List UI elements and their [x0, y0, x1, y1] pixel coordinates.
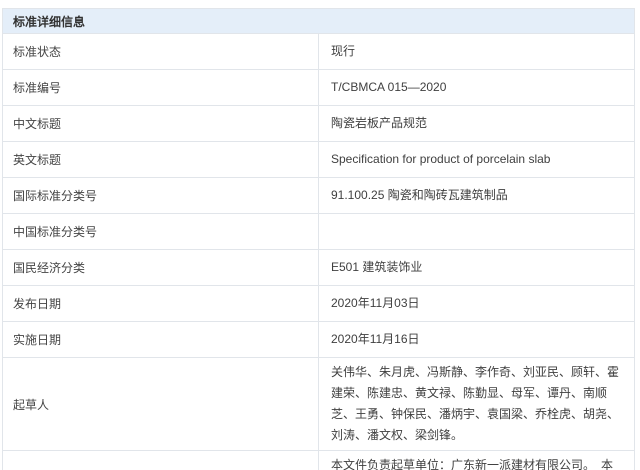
row-value: T/CBMCA 015—2020 — [319, 70, 635, 106]
row-label: 标准状态 — [3, 34, 319, 70]
row-label: 国民经济分类 — [3, 250, 319, 286]
row-value — [319, 214, 635, 250]
row-label: 发布日期 — [3, 286, 319, 322]
row-label: 中文标题 — [3, 106, 319, 142]
table-row: 国民经济分类 E501 建筑装饰业 — [3, 250, 635, 286]
row-label: 国际标准分类号 — [3, 178, 319, 214]
row-value: 陶瓷岩板产品规范 — [319, 106, 635, 142]
row-value: 91.100.25 陶瓷和陶砖瓦建筑制品 — [319, 178, 635, 214]
table-row: 起草人 关伟华、朱月虎、冯斯静、李作奇、刘亚民、顾轩、霍建荣、陈建忠、黄文禄、陈… — [3, 358, 635, 451]
table-row: 实施日期 2020年11月16日 — [3, 322, 635, 358]
row-label: 中国标准分类号 — [3, 214, 319, 250]
table-row: 标准状态 现行 — [3, 34, 635, 70]
table-row: 发布日期 2020年11月03日 — [3, 286, 635, 322]
row-value: 2020年11月03日 — [319, 286, 635, 322]
standard-detail-table: 标准详细信息 标准状态 现行 标准编号 T/CBMCA 015—2020 中文标… — [2, 8, 635, 470]
table-header-row: 标准详细信息 — [3, 9, 635, 34]
row-value: Specification for product of porcelain s… — [319, 142, 635, 178]
row-label: 起草人 — [3, 358, 319, 451]
table-row: 英文标题 Specification for product of porcel… — [3, 142, 635, 178]
page-title: 标准详细信息 — [3, 9, 635, 34]
standard-table-body: 标准状态 现行 标准编号 T/CBMCA 015—2020 中文标题 陶瓷岩板产… — [3, 34, 635, 470]
standard-detail-table-wrap: 标准详细信息 标准状态 现行 标准编号 T/CBMCA 015—2020 中文标… — [2, 8, 635, 470]
row-value: 现行 — [319, 34, 635, 70]
row-label: 起草单位 — [3, 451, 319, 470]
row-label: 实施日期 — [3, 322, 319, 358]
table-row: 标准编号 T/CBMCA 015—2020 — [3, 70, 635, 106]
row-value: E501 建筑装饰业 — [319, 250, 635, 286]
row-label: 标准编号 — [3, 70, 319, 106]
table-row: 国际标准分类号 91.100.25 陶瓷和陶砖瓦建筑制品 — [3, 178, 635, 214]
row-label: 英文标题 — [3, 142, 319, 178]
table-row: 中国标准分类号 — [3, 214, 635, 250]
row-value: 2020年11月16日 — [319, 322, 635, 358]
table-row: 中文标题 陶瓷岩板产品规范 — [3, 106, 635, 142]
row-value: 本文件负责起草单位：广东新一派建材有限公司。 本文件参加起草单位：佛山市高明贝斯… — [319, 451, 635, 470]
row-value: 关伟华、朱月虎、冯斯静、李作奇、刘亚民、顾轩、霍建荣、陈建忠、黄文禄、陈勤显、母… — [319, 358, 635, 451]
table-row: 起草单位 本文件负责起草单位：广东新一派建材有限公司。 本文件参加起草单位：佛山… — [3, 451, 635, 470]
standard-detail-page: 标准详细信息 标准状态 现行 标准编号 T/CBMCA 015—2020 中文标… — [0, 0, 640, 470]
